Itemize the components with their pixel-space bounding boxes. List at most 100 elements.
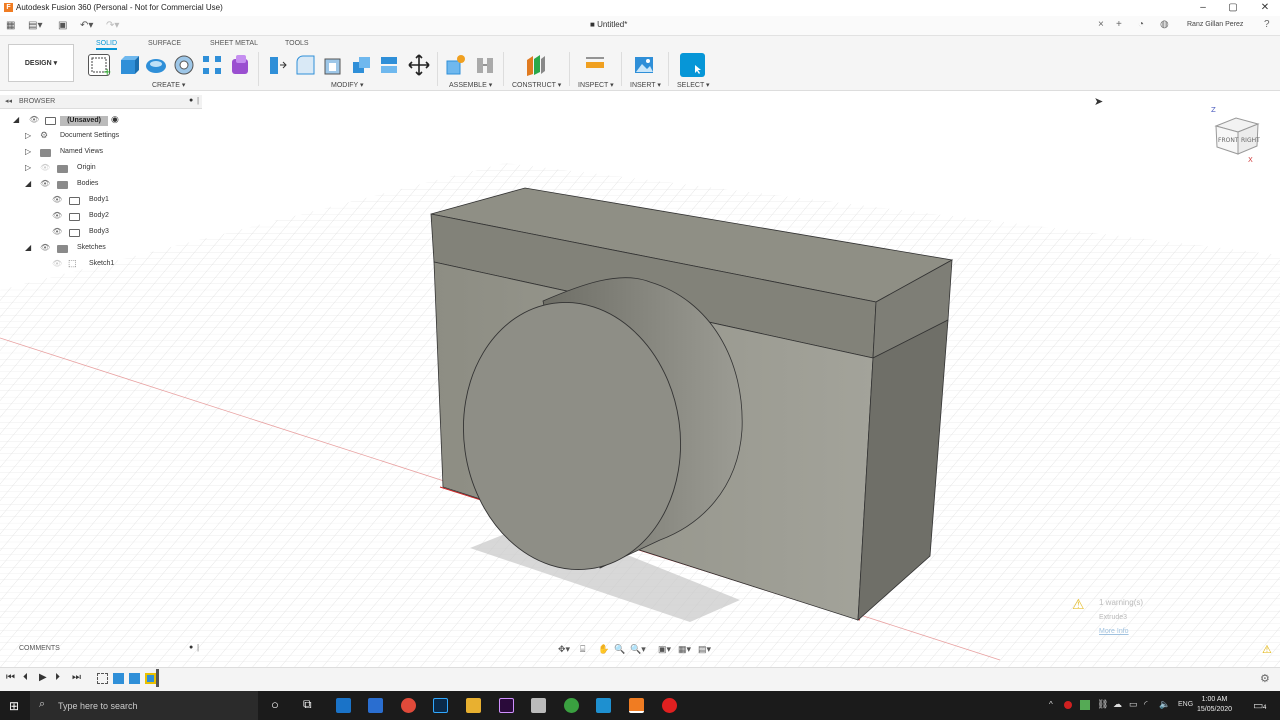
extensions-icon[interactable]: ◔ [1138, 19, 1144, 30]
revolve-icon[interactable] [145, 54, 167, 76]
new-tab-icon[interactable]: + [1116, 19, 1122, 30]
offset-plane-icon[interactable] [524, 54, 546, 76]
hole-icon[interactable] [173, 54, 195, 76]
close-window-button[interactable]: ✕ [1250, 1, 1280, 15]
document-settings-item[interactable]: Document Settings [60, 132, 119, 146]
fusion-taskbar-icon[interactable] [629, 698, 644, 713]
construct-menu[interactable]: CONSTRUCT ▾ [512, 81, 561, 89]
language-indicator[interactable]: ENG [1178, 701, 1193, 708]
modify-menu[interactable]: MODIFY ▾ [331, 81, 364, 89]
recorder-icon[interactable] [662, 698, 677, 713]
tab-tools[interactable]: TOOLS [285, 40, 309, 47]
chrome-icon[interactable] [401, 698, 416, 713]
user-name[interactable]: Ranz Gillan Perez [1187, 21, 1243, 28]
expand-icon[interactable]: ▷ [25, 163, 31, 172]
photoshop-icon[interactable] [433, 698, 448, 713]
fillet-icon[interactable] [294, 54, 316, 76]
tray-app-icon[interactable] [1080, 700, 1090, 710]
tab-solid[interactable]: SOLID [96, 40, 118, 50]
tab-surface[interactable]: SURFACE [148, 40, 181, 47]
origin-item[interactable]: Origin [77, 164, 96, 178]
body3-item[interactable]: Body3 [89, 228, 109, 242]
job-status-icon[interactable]: ◍ [1160, 19, 1169, 30]
go-to-end-icon[interactable]: ⏭ [72, 672, 81, 683]
step-forward-icon[interactable]: ⏵ [55, 672, 60, 683]
timeline-extrude-icon[interactable] [129, 673, 140, 684]
create-sketch-icon[interactable]: + [88, 54, 111, 78]
insert-image-icon[interactable] [633, 54, 655, 76]
pan-icon[interactable]: ✋ [598, 644, 609, 655]
panel-handle-icon[interactable]: | [197, 643, 199, 652]
sketches-item[interactable]: Sketches [77, 244, 106, 258]
wifi-icon[interactable]: ◜ [1144, 699, 1148, 710]
network-tray-icon[interactable]: ⛓ [1097, 699, 1108, 710]
more-info-link[interactable]: More Info [1099, 628, 1129, 635]
utorrent-icon[interactable] [564, 698, 579, 713]
save-icon[interactable]: ▣ [58, 19, 67, 33]
measure-icon[interactable] [584, 54, 606, 76]
timeline-marker[interactable] [156, 669, 159, 687]
visibility-eye-icon[interactable]: 👁 [52, 227, 62, 236]
volume-icon[interactable]: 🔈 [1159, 699, 1170, 710]
notification-center-icon[interactable]: ▭ [1253, 699, 1263, 712]
grid-settings-icon[interactable]: ▦▾ [678, 644, 691, 655]
viewports-icon[interactable]: ▤▾ [698, 644, 711, 655]
sketch1-item[interactable]: Sketch1 [89, 260, 114, 274]
app-icon[interactable] [531, 698, 546, 713]
redo-icon[interactable]: ↷▾ [106, 19, 119, 33]
form-icon[interactable] [229, 54, 251, 76]
expand-root-icon[interactable]: ◢ [13, 115, 19, 124]
zoom-icon[interactable]: 🔍 [614, 644, 625, 655]
move-copy-icon[interactable] [408, 54, 430, 76]
named-views-item[interactable]: Named Views [60, 148, 103, 162]
undo-icon[interactable]: ↶▾ [80, 19, 93, 33]
activate-radio-icon[interactable]: ◉ [111, 114, 119, 125]
bodies-item[interactable]: Bodies [77, 180, 98, 194]
assemble-menu[interactable]: ASSEMBLE ▾ [449, 81, 492, 89]
record-tray-icon[interactable] [1064, 701, 1072, 709]
cortana-icon[interactable]: ○ [271, 697, 279, 712]
display-settings-icon[interactable]: ▣▾ [658, 644, 671, 655]
split-body-icon[interactable] [378, 54, 400, 76]
create-menu[interactable]: CREATE ▾ [152, 81, 185, 89]
warning-indicator-icon[interactable]: ⚠ [1262, 643, 1272, 656]
expand-icon[interactable]: ▷ [25, 131, 31, 140]
battery-icon[interactable]: ▭ [1129, 699, 1138, 710]
comments-panel[interactable]: COMMENTS ● | [0, 643, 202, 655]
panel-handle-icon[interactable]: | [197, 96, 199, 105]
root-component[interactable]: (Unsaved) [60, 116, 108, 126]
extrude-icon[interactable] [117, 54, 139, 76]
step-back-icon[interactable]: ⏴ [23, 672, 28, 683]
new-component-icon[interactable] [444, 54, 466, 76]
timeline-extrude-icon[interactable] [113, 673, 124, 684]
start-icon[interactable]: ⊞ [9, 699, 19, 713]
document-tab[interactable]: ■ Untitled* [590, 20, 627, 29]
play-icon[interactable]: ▶ [39, 672, 47, 683]
press-pull-icon[interactable] [266, 54, 288, 76]
select-tool-icon[interactable] [680, 53, 705, 77]
task-view-icon[interactable]: ⧉ [303, 697, 312, 712]
pattern-icon[interactable] [201, 54, 223, 76]
body1-item[interactable]: Body1 [89, 196, 109, 210]
hidden-eye-icon[interactable]: 👁 [40, 163, 50, 172]
select-menu[interactable]: SELECT ▾ [677, 81, 710, 89]
tray-expand-icon[interactable]: ^ [1049, 700, 1053, 709]
mail-icon[interactable] [368, 698, 383, 713]
workspace-switcher[interactable]: DESIGN ▾ [8, 44, 74, 82]
visibility-eye-icon[interactable]: 👁 [40, 179, 50, 188]
zoom-window-icon[interactable]: 🔍▾ [630, 644, 646, 655]
premiere-icon[interactable] [499, 698, 514, 713]
body2-item[interactable]: Body2 [89, 212, 109, 226]
tab-sheet-metal[interactable]: SHEET METAL [210, 40, 258, 47]
onedrive-icon[interactable]: ☁ [1113, 699, 1122, 710]
orbit-menu-icon[interactable]: ✥▾ [558, 644, 570, 655]
photos-icon[interactable] [596, 698, 611, 713]
system-clock[interactable]: 1:00 AM 15/05/2020 [1197, 695, 1232, 715]
maximize-button[interactable]: ▢ [1218, 1, 1248, 15]
file-menu-icon[interactable]: ▤▾ [28, 19, 42, 33]
minimize-button[interactable]: – [1188, 1, 1218, 15]
collapse-icon[interactable]: ◢ [25, 179, 31, 188]
visibility-eye-icon[interactable]: 👁 [29, 115, 39, 124]
go-to-start-icon[interactable]: ⏮ [6, 672, 15, 683]
combine-icon[interactable] [350, 54, 372, 76]
